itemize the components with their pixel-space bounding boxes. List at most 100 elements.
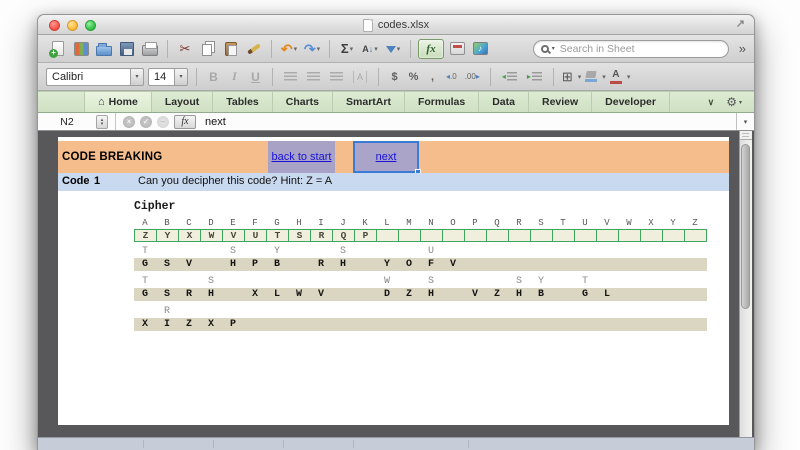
coded-letter-cell[interactable]: R [310, 258, 332, 271]
cipher-input-cell[interactable] [640, 229, 663, 242]
sheet-tab-bar[interactable] [38, 437, 754, 450]
name-box[interactable]: N2 [38, 116, 96, 128]
tab-tables[interactable]: Tables [213, 92, 273, 112]
scrollbar-split-handle[interactable] [740, 131, 752, 140]
comma-format-button[interactable]: , [425, 71, 440, 83]
fill-color-button[interactable] [585, 71, 598, 82]
coded-letter-cell[interactable]: L [266, 288, 288, 301]
workbook-gallery-button[interactable] [71, 38, 91, 60]
scrollbar-thumb[interactable] [741, 144, 750, 309]
undo-button[interactable]: ↶ ▾ [279, 38, 299, 60]
open-button[interactable] [94, 38, 114, 60]
cipher-input-cell[interactable]: X [178, 229, 201, 242]
autosum-button[interactable]: Σ ▾ [337, 38, 357, 60]
coded-letter-cell[interactable]: V [464, 288, 486, 301]
cut-button[interactable]: ✂ [175, 38, 195, 60]
increase-decimal-button[interactable]: ◂ .0 [446, 72, 457, 81]
filter-button[interactable]: ▾ [383, 38, 403, 60]
borders-caret-icon[interactable]: ▾ [578, 73, 582, 81]
coded-letter-cell[interactable]: H [332, 258, 354, 271]
decode-answer-cell[interactable]: T [134, 276, 156, 287]
cipher-input-cell[interactable]: W [200, 229, 223, 242]
coded-letter-cell[interactable]: S [156, 258, 178, 271]
coded-letter-cell[interactable]: X [200, 318, 222, 331]
coded-letter-cell[interactable]: R [178, 288, 200, 301]
coded-letter-cell[interactable]: H [222, 258, 244, 271]
coded-letter-cell[interactable]: H [508, 288, 530, 301]
save-button[interactable] [117, 38, 137, 60]
decrease-decimal-button[interactable]: .00 ▸ [465, 72, 480, 81]
font-name-value[interactable]: Calibri [46, 67, 130, 86]
cipher-input-cell[interactable] [684, 229, 707, 242]
cipher-input-cell[interactable] [574, 229, 597, 242]
decode-answer-cell[interactable]: Y [530, 276, 552, 287]
font-color-caret-icon[interactable]: ▾ [627, 73, 631, 81]
toolbox-button[interactable] [447, 38, 467, 60]
cipher-input-cell[interactable] [530, 229, 553, 242]
vertical-scrollbar[interactable] [739, 131, 752, 437]
search-input[interactable]: ▾ Search in Sheet [532, 39, 729, 58]
coded-letter-cell[interactable]: D [376, 288, 398, 301]
cipher-input-cell[interactable] [508, 229, 531, 242]
increase-indent-button[interactable]: ▸ [527, 72, 542, 81]
borders-button[interactable]: ⊞ [562, 70, 573, 83]
decrease-indent-button[interactable]: ◂ [502, 72, 517, 81]
font-size-value[interactable]: 14 [148, 67, 174, 86]
tab-formulas[interactable]: Formulas [405, 92, 480, 112]
sheet[interactable]: CODE BREAKING back to start next Code 1 … [58, 137, 729, 425]
cipher-input-cell[interactable]: Y [156, 229, 179, 242]
coded-letter-cell[interactable]: B [266, 258, 288, 271]
decode-answer-cell[interactable]: S [332, 246, 354, 257]
cipher-input-cell[interactable] [618, 229, 641, 242]
coded-letter-cell[interactable]: Z [398, 288, 420, 301]
tab-review[interactable]: Review [529, 92, 593, 112]
cipher-input-cell[interactable]: P [354, 229, 377, 242]
coded-letter-cell[interactable]: V [178, 258, 200, 271]
coded-letter-cell[interactable]: X [134, 318, 156, 331]
tab-smartart[interactable]: SmartArt [333, 92, 405, 112]
coded-letter-cell[interactable]: X [244, 288, 266, 301]
next-link[interactable]: next [376, 151, 397, 163]
print-button[interactable] [140, 38, 160, 60]
format-painter-button[interactable] [244, 38, 264, 60]
wrap-text-icon[interactable]: A [353, 70, 368, 83]
cipher-input-cell[interactable]: R [310, 229, 333, 242]
back-to-start-cell[interactable]: back to start [268, 141, 335, 173]
font-name-caret-icon[interactable]: ▾ [130, 67, 144, 86]
fill-caret-icon[interactable]: ▾ [602, 73, 606, 81]
paste-button[interactable] [221, 38, 241, 60]
cipher-input-cell[interactable] [552, 229, 575, 242]
new-workbook-button[interactable]: + [48, 38, 68, 60]
cipher-input-cell[interactable]: V [222, 229, 245, 242]
coded-letter-cell[interactable]: H [200, 288, 222, 301]
ribbon-settings-button[interactable]: ⚙ ▾ [726, 95, 742, 109]
toolbar-overflow-button[interactable]: » [739, 41, 746, 56]
formula-bar-expand-caret-icon[interactable]: ▾ [736, 113, 754, 130]
cipher-input-cell[interactable]: Z [134, 229, 157, 242]
back-to-start-link[interactable]: back to start [272, 151, 332, 163]
search-scope-caret-icon[interactable]: ▾ [552, 45, 555, 52]
code-1-row[interactable]: Code 1 Can you decipher this code? Hint:… [58, 173, 729, 191]
coded-letter-cell[interactable]: Y [376, 258, 398, 271]
decode-answer-cell[interactable]: S [508, 276, 530, 287]
currency-format-button[interactable]: $ [387, 71, 402, 83]
font-name-combo[interactable]: Calibri ▾ [46, 67, 144, 86]
cipher-input-cell[interactable] [420, 229, 443, 242]
coded-letter-cell[interactable]: W [288, 288, 310, 301]
cipher-input-cell[interactable] [486, 229, 509, 242]
decode-answer-cell[interactable]: S [200, 276, 222, 287]
underline-button[interactable]: U [247, 70, 264, 84]
insert-function-button[interactable]: fx [174, 114, 196, 129]
title-bar[interactable]: codes.xlsx ↗ [38, 15, 754, 35]
decode-answer-cell[interactable]: S [420, 276, 442, 287]
decode-answer-cell[interactable]: W [376, 276, 398, 287]
percent-format-button[interactable]: % [406, 71, 421, 83]
redo-button[interactable]: ↷ ▾ [302, 38, 322, 60]
cipher-input-cell[interactable]: U [244, 229, 267, 242]
cipher-input-cell[interactable] [398, 229, 421, 242]
name-box-stepper[interactable]: ▴ ▾ [96, 114, 108, 129]
italic-button[interactable]: I [226, 69, 243, 84]
cipher-input-cell[interactable] [464, 229, 487, 242]
decode-answer-cell[interactable]: S [222, 246, 244, 257]
coded-letter-cell[interactable]: F [420, 258, 442, 271]
